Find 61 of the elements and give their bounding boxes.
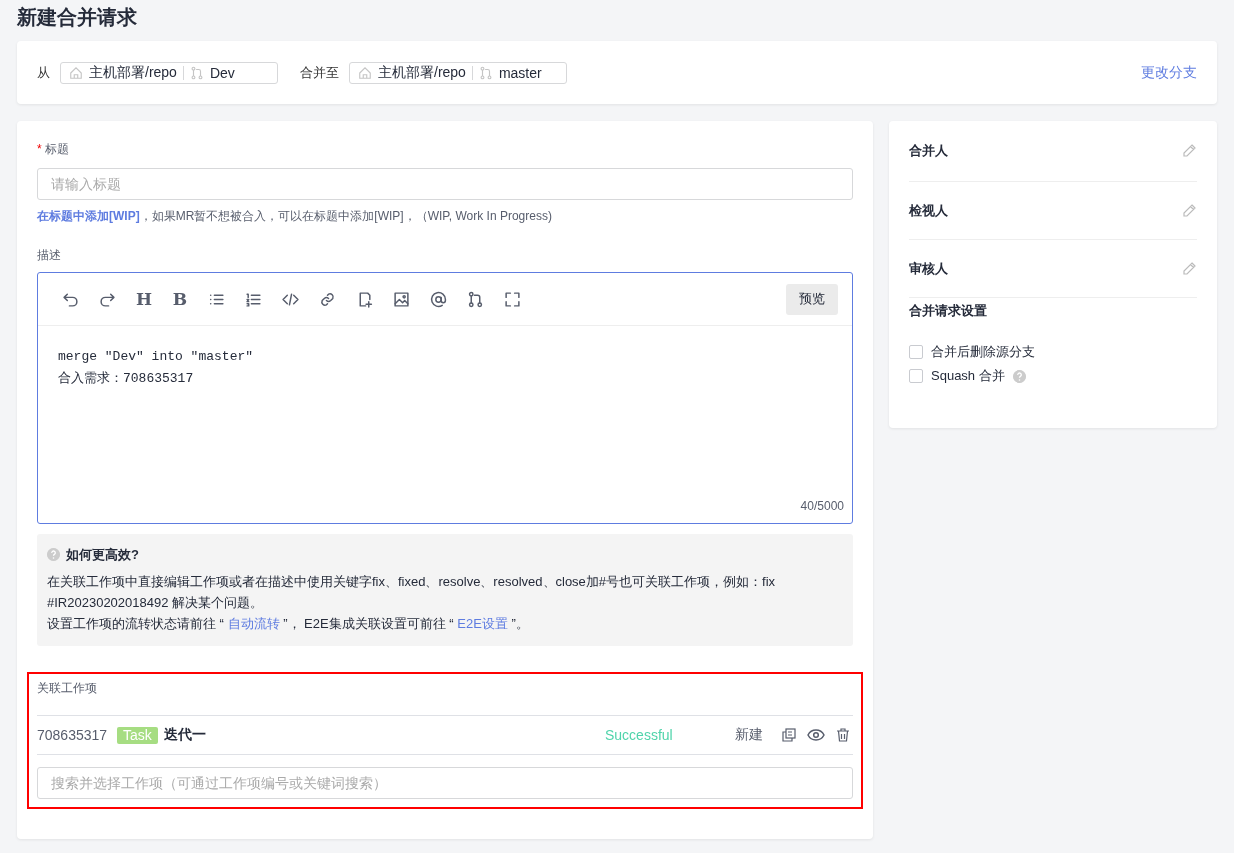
work-item-type-tag: Task xyxy=(117,726,158,744)
help-icon xyxy=(1012,369,1026,383)
branch-selector[interactable]: 主机部署/repo Dev xyxy=(60,61,278,84)
add-wip-link[interactable]: 在标题中添加[WIP] xyxy=(37,209,140,223)
branch-icon xyxy=(478,65,493,80)
redo-icon[interactable] xyxy=(99,290,116,308)
branch-name: Dev xyxy=(209,64,235,81)
branch-selector[interactable]: 主机部署/repo master xyxy=(349,61,567,84)
trash-icon[interactable] xyxy=(835,727,851,743)
settings-title: 合并请求设置 xyxy=(909,302,988,320)
merge-into-label: 合并至 xyxy=(300,63,339,82)
description-line: 合入需求：708635317 xyxy=(58,370,194,388)
description-line: merge "Dev" into "master" xyxy=(58,348,254,366)
description-editor[interactable]: H B 预览 merge "Dev" into "master" 合入需求：708635317 40/5000 xyxy=(37,272,853,524)
branch-name: master xyxy=(498,64,542,81)
settings-link[interactable]: 自动流转 xyxy=(227,616,280,631)
checkbox[interactable] xyxy=(909,345,923,359)
page-title: 新建合并请求 xyxy=(17,5,138,30)
preview-button[interactable]: 预览 xyxy=(786,283,838,315)
change-branch-link[interactable]: 更改分支 xyxy=(1141,63,1197,82)
eye-icon[interactable] xyxy=(807,727,825,743)
numbered-list-icon[interactable] xyxy=(245,290,262,308)
role-label: 合并人 xyxy=(909,142,948,160)
merge-request-icon[interactable] xyxy=(467,290,484,308)
fullscreen-icon[interactable] xyxy=(504,290,521,308)
description-label: 描述 xyxy=(37,247,62,264)
role-label: 审核人 xyxy=(909,259,948,278)
required-marker: * xyxy=(37,142,42,156)
field-label-text: 标题 xyxy=(45,142,69,156)
branch-icon xyxy=(189,65,204,80)
char-counter: 40/5000 xyxy=(800,498,844,515)
wip-hint: 在标题中添加[WIP]，如果MR暂不想被合入，可以在标题中添加[WIP]，（WIP, Work In Progress) xyxy=(37,208,553,225)
copy-icon[interactable] xyxy=(781,727,797,743)
tips-title: 如何更高效? xyxy=(66,546,139,564)
format-icon[interactable]: B xyxy=(172,289,188,309)
home-icon xyxy=(69,65,83,80)
home-icon xyxy=(358,65,372,80)
help-icon xyxy=(47,548,60,561)
checkbox[interactable] xyxy=(909,369,923,383)
work-item-search-field[interactable]: 搜索并选择工作项（可通过工作项编号或关键词搜索） xyxy=(37,767,853,799)
from-label: 从 xyxy=(37,63,50,82)
work-items-label: 关联工作项 xyxy=(37,680,98,697)
role-label: 检视人 xyxy=(909,201,948,220)
work-item-id: 708635317 xyxy=(37,727,108,743)
checkbox-label: Squash 合并 xyxy=(931,367,1005,385)
title-input[interactable]: 请输入标题 xyxy=(37,168,853,200)
tips-text: 在关联工作项中直接编辑工作项或者在描述中使用关键字fix、fixed、resolve、resolved、close加#号也可关联工作项，例如：fix #IR20230202018492 解决某个问题。 xyxy=(47,573,777,612)
work-item-title[interactable]: 迭代一 xyxy=(163,726,206,744)
checkbox-label: 合并后删除源分支 xyxy=(931,343,1035,361)
at-icon[interactable] xyxy=(430,290,447,308)
work-item-state: 新建 xyxy=(735,726,763,744)
settings-link[interactable]: E2E设置 xyxy=(457,616,508,631)
work-item-status: Successful xyxy=(605,727,674,743)
tips-settings-text: 设置工作项的流转状态请前往 “ 自动流转 ”， E2E集成关联设置可前往 “ E2E设置 ”。 xyxy=(47,615,530,633)
repo-name: 主机部署/repo xyxy=(89,63,177,82)
link-icon[interactable] xyxy=(319,290,336,308)
image-icon[interactable] xyxy=(393,290,410,308)
format-icon[interactable]: H xyxy=(136,289,152,309)
undo-icon[interactable] xyxy=(62,290,79,308)
code-icon[interactable] xyxy=(282,290,299,308)
repo-name: 主机部署/repo xyxy=(378,63,466,82)
